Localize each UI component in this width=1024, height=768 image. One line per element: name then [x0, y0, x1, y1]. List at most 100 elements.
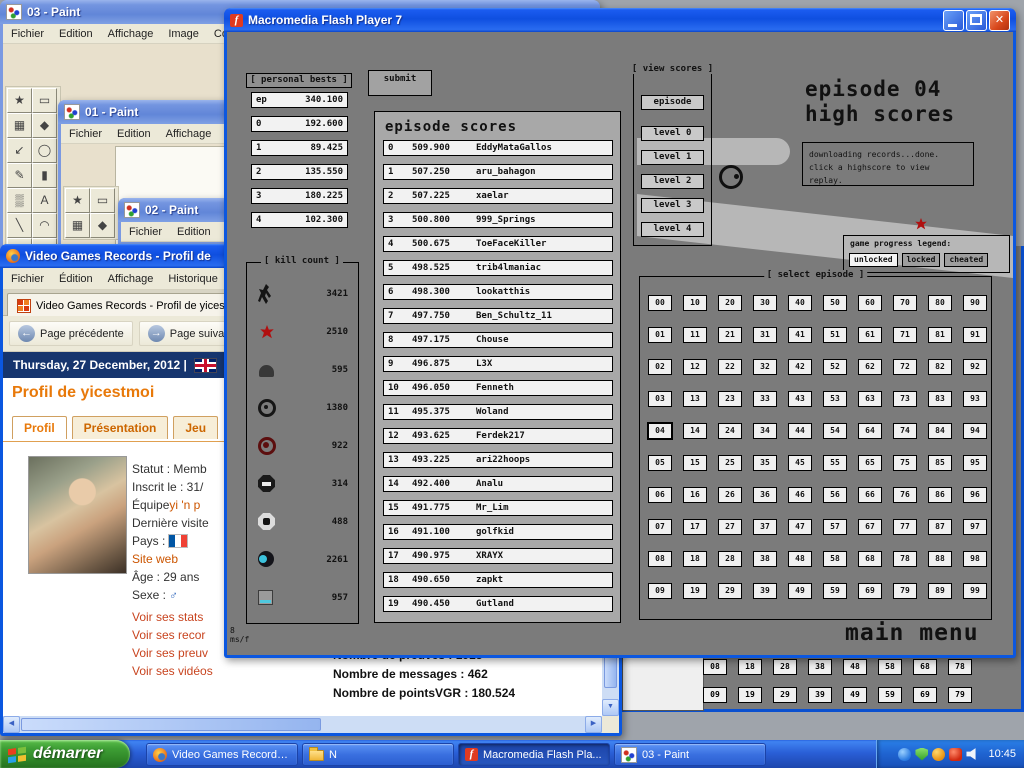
menu-edition[interactable]: Edition [117, 128, 151, 140]
view-level-3-button[interactable]: level 3 [641, 198, 704, 213]
episode-cell-15[interactable]: 15 [683, 455, 707, 471]
episode-cell-37[interactable]: 37 [753, 519, 777, 535]
episode-cell-28[interactable]: 28 [718, 551, 742, 567]
episode-cell-93[interactable]: 93 [963, 391, 987, 407]
episode-cell-57[interactable]: 57 [823, 519, 847, 535]
episode-cell-43[interactable]: 43 [788, 391, 812, 407]
text-tool-icon[interactable]: A [32, 188, 57, 213]
episode-cell-92[interactable]: 92 [963, 359, 987, 375]
menu-fichier[interactable]: Fichier [11, 28, 44, 40]
episode-cell-59[interactable]: 59 [823, 583, 847, 599]
highscore-row[interactable]: 0509.900EddyMataGallos [383, 140, 613, 156]
episode-cell-42[interactable]: 42 [788, 359, 812, 375]
close-button[interactable]: ✕ [989, 10, 1010, 31]
episode-cell-48[interactable]: 48 [788, 551, 812, 567]
free-select-tool-icon[interactable]: ★ [65, 188, 90, 213]
episode-cell-70[interactable]: 70 [893, 295, 917, 311]
episode-cell-38[interactable]: 38 [753, 551, 777, 567]
episode-cell-12[interactable]: 12 [683, 359, 707, 375]
free-select-tool-icon[interactable]: ★ [7, 88, 32, 113]
highscore-row[interactable]: 7497.750Ben_Schultz_11 [383, 308, 613, 324]
highscore-row[interactable]: 14492.400Analu [383, 476, 613, 492]
episode-cell-13[interactable]: 13 [683, 391, 707, 407]
episode-cell-63[interactable]: 63 [858, 391, 882, 407]
menu-edition[interactable]: Edition [177, 226, 211, 238]
episode-cell-86[interactable]: 86 [928, 487, 952, 503]
episode-cell-36[interactable]: 36 [753, 487, 777, 503]
tray-alert-icon[interactable] [932, 748, 945, 761]
highscore-row[interactable]: 2507.225xaelar [383, 188, 613, 204]
submit-tab[interactable]: submit [368, 70, 432, 96]
horizontal-scroll-thumb[interactable] [21, 718, 321, 731]
episode-cell-29[interactable]: 29 [718, 583, 742, 599]
highscore-row[interactable]: 1507.250aru_bahagon [383, 164, 613, 180]
episode-cell-91[interactable]: 91 [963, 327, 987, 343]
highscore-row[interactable]: 10496.050Fenneth [383, 380, 613, 396]
episode-cell-88[interactable]: 88 [928, 551, 952, 567]
episode-cell-33[interactable]: 33 [753, 391, 777, 407]
menu-affichage[interactable]: Affichage [166, 128, 212, 140]
profile-link[interactable]: yi 'n p [169, 498, 200, 512]
maximize-button[interactable] [966, 10, 987, 31]
menu-affichage[interactable]: Affichage [108, 273, 154, 285]
episode-cell-53[interactable]: 53 [823, 391, 847, 407]
highscore-row[interactable]: 12493.625Ferdek217 [383, 428, 613, 444]
tray-update-icon[interactable] [949, 748, 962, 761]
taskbar-task-n[interactable]: N [302, 743, 454, 766]
episode-cell-58[interactable]: 58 [823, 551, 847, 567]
episode-cell-11[interactable]: 11 [683, 327, 707, 343]
menu-fichier[interactable]: Fichier [69, 128, 102, 140]
episode-cell-47[interactable]: 47 [788, 519, 812, 535]
episode-cell-62[interactable]: 62 [858, 359, 882, 375]
start-button[interactable]: démarrer [0, 740, 130, 768]
episode-cell-25[interactable]: 25 [718, 455, 742, 471]
episode-cell-03[interactable]: 03 [648, 391, 672, 407]
view-level-0-button[interactable]: level 0 [641, 126, 704, 141]
highscore-row[interactable]: 17490.975XRAYX [383, 548, 613, 564]
highscore-row[interactable]: 18490.650zapkt [383, 572, 613, 588]
highscore-row[interactable]: 19490.450Gutland [383, 596, 613, 612]
episode-cell-94[interactable]: 94 [963, 423, 987, 439]
episode-cell-95[interactable]: 95 [963, 455, 987, 471]
view-level-4-button[interactable]: level 4 [641, 222, 704, 237]
episode-cell-20[interactable]: 20 [718, 295, 742, 311]
highscore-row[interactable]: 16491.100golfkid [383, 524, 613, 540]
pencil-tool-icon[interactable]: ✎ [7, 163, 32, 188]
episode-cell-51[interactable]: 51 [823, 327, 847, 343]
view-level-1-button[interactable]: level 1 [641, 150, 704, 165]
episode-cell-32[interactable]: 32 [753, 359, 777, 375]
episode-cell-66[interactable]: 66 [858, 487, 882, 503]
browser-tab[interactable]: Video Games Records - Profil de yicestmo… [7, 293, 256, 317]
profile-link[interactable]: Site web [132, 552, 178, 566]
menu-affichage[interactable]: Affichage [108, 28, 154, 40]
menu-image[interactable]: Image [168, 28, 199, 40]
episode-cell-05[interactable]: 05 [648, 455, 672, 471]
back-button[interactable]: ← Page précédente [9, 321, 133, 346]
minimize-button[interactable] [943, 10, 964, 31]
episode-cell-40[interactable]: 40 [788, 295, 812, 311]
episode-cell-78[interactable]: 78 [893, 551, 917, 567]
episode-cell-49[interactable]: 49 [788, 583, 812, 599]
episode-cell-14[interactable]: 14 [683, 423, 707, 439]
episode-cell-07[interactable]: 07 [648, 519, 672, 535]
episode-cell-18[interactable]: 18 [683, 551, 707, 567]
episode-cell-17[interactable]: 17 [683, 519, 707, 535]
episode-cell-41[interactable]: 41 [788, 327, 812, 343]
episode-cell-64[interactable]: 64 [858, 423, 882, 439]
menu-historique[interactable]: Historique [168, 273, 218, 285]
episode-cell-99[interactable]: 99 [963, 583, 987, 599]
episode-cell-46[interactable]: 46 [788, 487, 812, 503]
episode-cell-81[interactable]: 81 [928, 327, 952, 343]
scroll-right-button[interactable]: ▶ [585, 716, 602, 733]
scroll-down-button[interactable]: ▼ [602, 699, 619, 716]
episode-cell-75[interactable]: 75 [893, 455, 917, 471]
episode-cell-98[interactable]: 98 [963, 551, 987, 567]
episode-cell-02[interactable]: 02 [648, 359, 672, 375]
episode-cell-52[interactable]: 52 [823, 359, 847, 375]
episode-cell-90[interactable]: 90 [963, 295, 987, 311]
highscore-row[interactable]: 15491.775Mr_Lim [383, 500, 613, 516]
episode-cell-73[interactable]: 73 [893, 391, 917, 407]
episode-cell-79[interactable]: 79 [893, 583, 917, 599]
main-menu-button[interactable]: main menu [845, 620, 979, 646]
episode-cell-23[interactable]: 23 [718, 391, 742, 407]
